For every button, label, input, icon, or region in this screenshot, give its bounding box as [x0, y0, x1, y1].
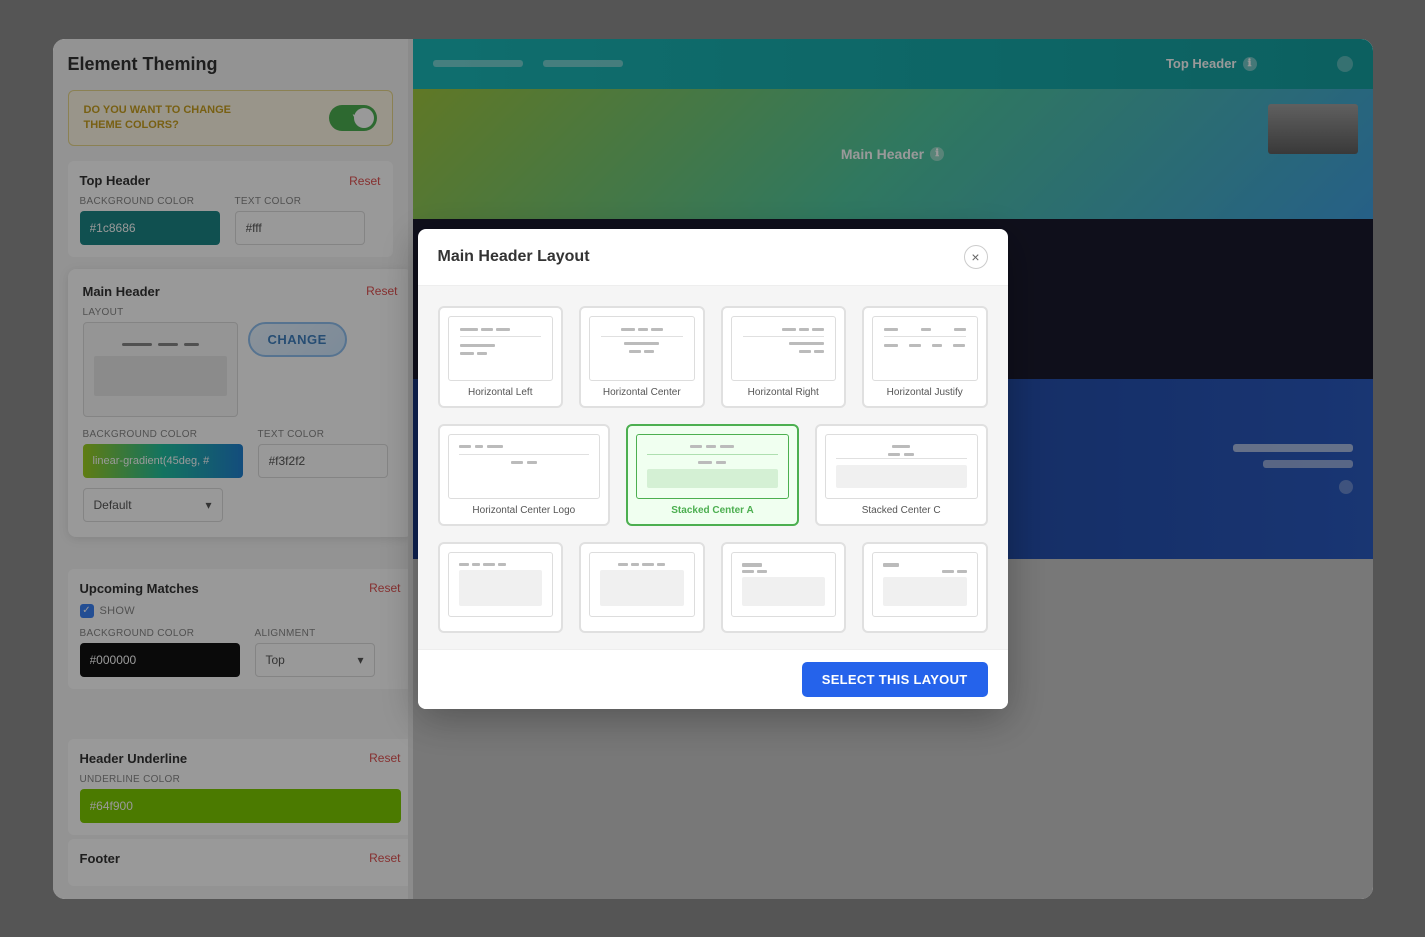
layout-preview-hcl	[448, 434, 601, 499]
modal-overlay: Main Header Layout ×	[53, 39, 1373, 899]
layout-card-horizontal-right[interactable]: Horizontal Right	[721, 306, 847, 408]
modal-title: Main Header Layout	[438, 248, 590, 266]
layout-card-stacked-center-a[interactable]: Stacked Center A	[626, 424, 799, 526]
modal-header: Main Header Layout ×	[418, 229, 1008, 286]
layout-name-horizontal-left: Horizontal Left	[468, 387, 532, 398]
layout-preview-sca	[636, 434, 789, 499]
layout-name-horizontal-justify: Horizontal Justify	[887, 387, 963, 398]
layout-preview-horizontal-left	[448, 316, 554, 381]
modal-body: Horizontal Left	[418, 286, 1008, 649]
layout-preview-e4	[872, 552, 978, 617]
modal-close-button[interactable]: ×	[964, 245, 988, 269]
layout-preview-e1	[448, 552, 554, 617]
layout-card-horizontal-left[interactable]: Horizontal Left	[438, 306, 564, 408]
outer-frame: Element Theming DO YOU WANT TO CHANGE TH…	[53, 39, 1373, 899]
layout-card-extra-4[interactable]	[862, 542, 988, 633]
layout-row-1: Horizontal Left	[438, 306, 988, 408]
layout-preview-horizontal-center	[589, 316, 695, 381]
layout-preview-e3	[731, 552, 837, 617]
layout-row-2: Horizontal Center Logo	[438, 424, 988, 526]
layout-card-extra-2[interactable]	[579, 542, 705, 633]
layout-card-stacked-center-c[interactable]: Stacked Center C	[815, 424, 988, 526]
layout-preview-e2	[589, 552, 695, 617]
layout-row-3	[438, 542, 988, 633]
layout-name-horizontal-center: Horizontal Center	[603, 387, 681, 398]
modal-footer: SELECT THIS LAYOUT	[418, 649, 1008, 709]
layout-card-horizontal-center-logo[interactable]: Horizontal Center Logo	[438, 424, 611, 526]
layout-card-extra-3[interactable]	[721, 542, 847, 633]
layout-name-horizontal-right: Horizontal Right	[748, 387, 819, 398]
layout-name-sca: Stacked Center A	[671, 505, 753, 516]
select-layout-button[interactable]: SELECT THIS LAYOUT	[802, 662, 988, 697]
layout-preview-scc	[825, 434, 978, 499]
layout-card-horizontal-center[interactable]: Horizontal Center	[579, 306, 705, 408]
layout-modal: Main Header Layout ×	[418, 229, 1008, 709]
layout-preview-horizontal-right	[731, 316, 837, 381]
layout-name-scc: Stacked Center C	[862, 505, 941, 516]
layout-preview-horizontal-justify	[872, 316, 978, 381]
layout-card-extra-1[interactable]	[438, 542, 564, 633]
layout-card-horizontal-justify[interactable]: Horizontal Justify	[862, 306, 988, 408]
layout-name-hcl: Horizontal Center Logo	[472, 505, 575, 516]
